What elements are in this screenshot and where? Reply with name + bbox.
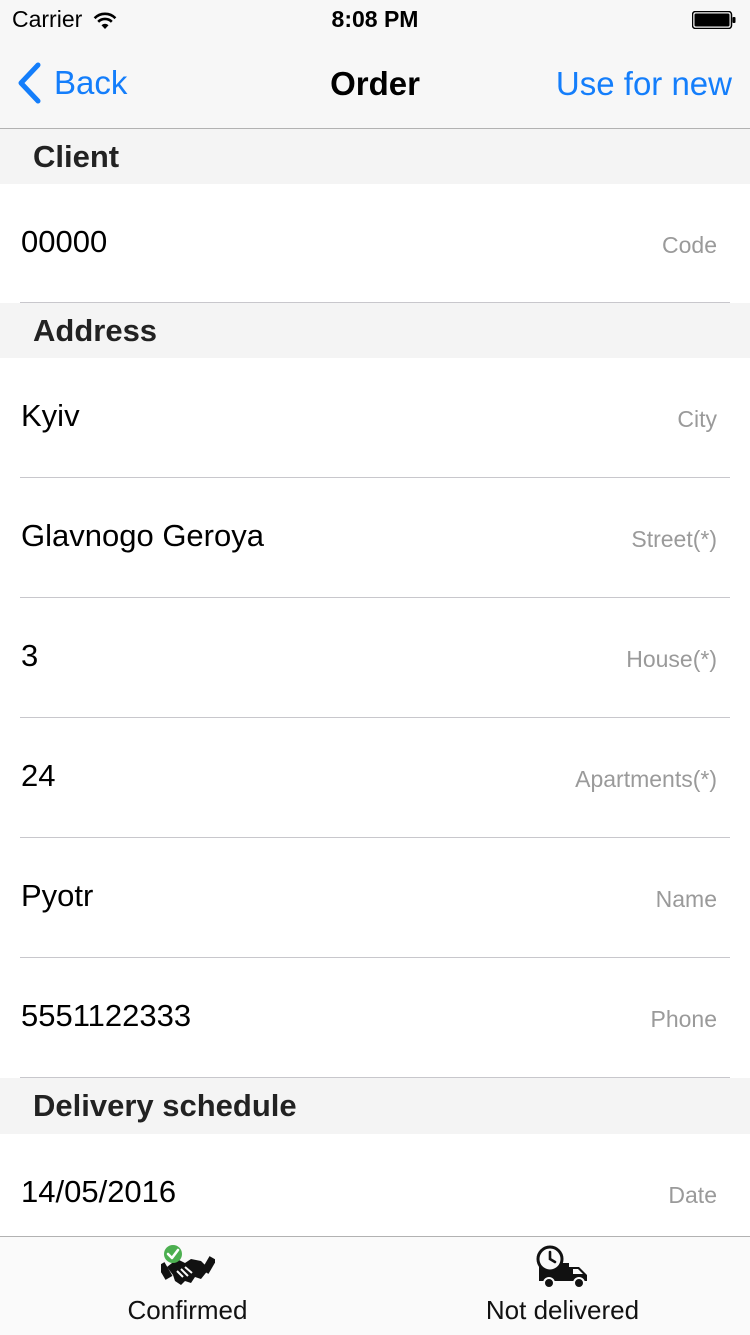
tab-not-delivered-label: Not delivered (485, 1295, 640, 1325)
name-label: Name (655, 886, 717, 912)
name-row[interactable]: Pyotr Name (0, 838, 750, 958)
tab-confirmed[interactable]: Confirmed (0, 1237, 375, 1335)
status-time: 8:08 PM (331, 6, 419, 32)
city-row[interactable]: Kyiv City (0, 358, 750, 478)
date-value[interactable]: 14/05/2016 (21, 1174, 176, 1210)
order-form: Client 00000 Code Address Kyiv City Glav… (0, 129, 750, 1234)
city-value[interactable]: Kyiv (21, 398, 80, 434)
navigation-bar: Back Order Use for new (0, 40, 750, 129)
row-separator (20, 1077, 730, 1078)
street-row[interactable]: Glavnogo Geroya Street(*) (0, 478, 750, 598)
battery-icon (692, 11, 736, 29)
apartments-row[interactable]: 24 Apartments(*) (0, 718, 750, 838)
city-label: City (677, 406, 717, 432)
use-for-new-button[interactable]: Use for new (556, 65, 732, 103)
phone-row[interactable]: 5551122333 Phone (0, 958, 750, 1078)
name-value[interactable]: Pyotr (21, 878, 93, 914)
house-label: House(*) (626, 646, 717, 672)
tab-confirmed-label: Confirmed (127, 1295, 248, 1325)
row-separator (20, 302, 730, 303)
section-header-address: Address (0, 303, 750, 358)
tab-bar: Confirmed Not delivered (0, 1236, 750, 1335)
code-value[interactable]: 00000 (21, 224, 107, 260)
code-row[interactable]: 00000 Code (0, 184, 750, 303)
date-row[interactable]: 14/05/2016 Date (0, 1134, 750, 1234)
apartments-value[interactable]: 24 (21, 758, 55, 794)
street-label: Street(*) (631, 526, 717, 552)
section-header-client: Client (0, 129, 750, 184)
house-row[interactable]: 3 House(*) (0, 598, 750, 718)
date-label: Date (668, 1182, 717, 1208)
house-value[interactable]: 3 (21, 638, 38, 674)
section-header-delivery: Delivery schedule (0, 1078, 750, 1134)
status-bar: Carrier 8:08 PM (0, 0, 750, 40)
street-value[interactable]: Glavnogo Geroya (21, 518, 264, 554)
handshake-check-icon (160, 1245, 215, 1285)
phone-label: Phone (650, 1006, 717, 1032)
phone-value[interactable]: 5551122333 (21, 998, 191, 1034)
code-label: Code (662, 232, 717, 258)
tab-not-delivered[interactable]: Not delivered (375, 1237, 750, 1335)
apartments-label: Apartments(*) (575, 766, 717, 792)
delivery-truck-clock-icon (536, 1245, 587, 1289)
